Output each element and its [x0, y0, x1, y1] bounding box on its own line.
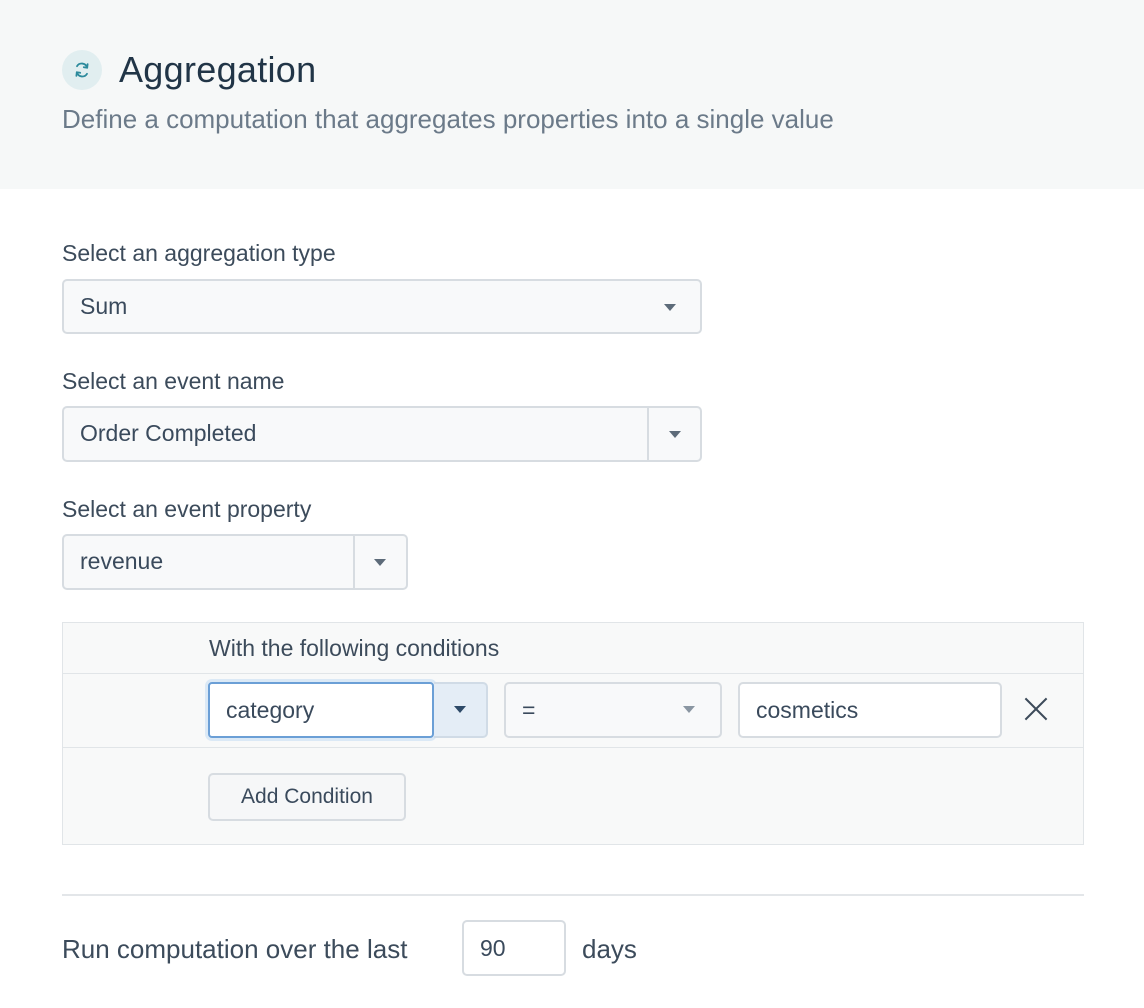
conditions-title: With the following conditions	[209, 635, 500, 661]
combobox-divider	[647, 408, 649, 460]
event-name-label: Select an event name	[62, 368, 285, 394]
conditions-divider	[63, 673, 1083, 674]
aggregation-type-select[interactable]: Sum	[62, 279, 702, 334]
condition-property-value: category	[226, 697, 315, 723]
condition-operator-select[interactable]: =	[504, 682, 722, 738]
condition-property-input[interactable]: category	[208, 682, 434, 738]
section-divider	[62, 894, 1084, 896]
chevron-down-icon[interactable]	[374, 559, 386, 566]
event-name-combobox[interactable]: Order Completed	[62, 406, 702, 462]
page-subtitle: Define a computation that aggregates pro…	[62, 104, 834, 134]
chevron-down-icon	[454, 706, 466, 713]
condition-value-text: cosmetics	[756, 697, 859, 723]
chevron-down-icon[interactable]	[669, 431, 681, 438]
conditions-panel: With the following conditions category =…	[62, 622, 1084, 845]
aggregation-type-value: Sum	[80, 293, 128, 319]
condition-value-input[interactable]: cosmetics	[738, 682, 1002, 738]
event-property-value: revenue	[80, 548, 164, 574]
event-property-label: Select an event property	[62, 496, 312, 522]
event-property-combobox[interactable]: revenue	[62, 534, 408, 590]
condition-operator-value: =	[522, 697, 536, 723]
event-name-value: Order Completed	[80, 420, 257, 446]
days-input[interactable]: 90	[462, 920, 566, 976]
remove-condition-icon[interactable]	[1023, 696, 1049, 722]
combobox-divider	[353, 536, 355, 588]
chevron-down-icon	[664, 304, 676, 311]
add-condition-button[interactable]: Add Condition	[208, 773, 406, 821]
refresh-icon	[62, 50, 102, 90]
conditions-divider	[63, 747, 1083, 748]
timeframe-suffix: days	[582, 934, 637, 964]
page-title: Aggregation	[119, 49, 317, 90]
page-header: Aggregation Define a computation that ag…	[0, 0, 1144, 189]
timeframe-prefix: Run computation over the last	[62, 934, 408, 964]
chevron-down-icon	[683, 706, 695, 713]
condition-property-dropdown-button[interactable]	[434, 682, 488, 738]
aggregation-type-label: Select an aggregation type	[62, 240, 336, 266]
